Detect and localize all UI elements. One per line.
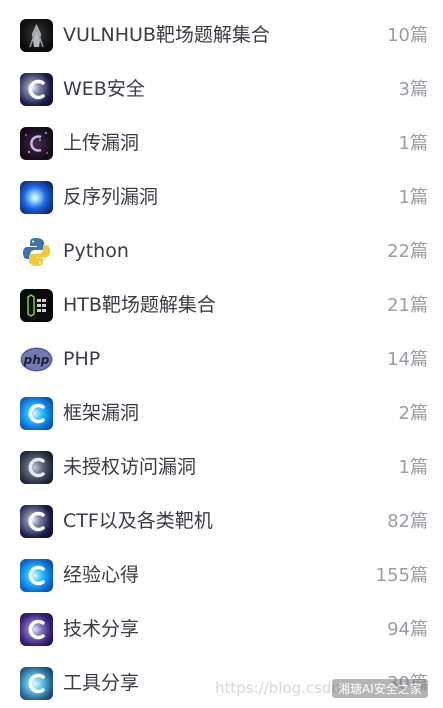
svg-text:php: php (23, 353, 50, 367)
category-label: 经验心得 (63, 564, 140, 586)
category-row-vulnhub[interactable]: VULNHUB靶场题解集合 10篇 (0, 19, 443, 73)
c-logo-icon (20, 667, 53, 700)
category-row-framework-vuln[interactable]: 框架漏洞 2篇 (0, 397, 443, 451)
noise-art-icon (20, 127, 53, 160)
c-logo-icon (20, 451, 53, 484)
category-label: 反序列漏洞 (63, 186, 159, 208)
category-row-ctf[interactable]: CTF以及各类靶机 82篇 (0, 505, 443, 559)
category-count: 155篇 (375, 565, 428, 586)
category-count: 3篇 (398, 79, 428, 100)
category-row-php[interactable]: php PHP 14篇 (0, 343, 443, 397)
python-logo-icon (20, 235, 53, 268)
c-logo-icon (20, 73, 53, 106)
category-count: 1篇 (398, 457, 428, 478)
watermark-url: https://blog.csdn. (215, 679, 346, 697)
category-row-tech-sharing[interactable]: 技术分享 94篇 (0, 613, 443, 667)
blue-glow-icon (20, 181, 53, 214)
c-logo-icon (20, 505, 53, 538)
category-label: WEB安全 (63, 78, 145, 100)
category-list: VULNHUB靶场题解集合 10篇 WEB安全 3篇 上传漏洞 1篇 反序列漏洞… (0, 0, 443, 708)
category-count: 1篇 (398, 133, 428, 154)
dark-figure-icon (20, 19, 53, 52)
category-row-python[interactable]: Python 22篇 (0, 235, 443, 289)
category-label: PHP (63, 348, 101, 370)
php-logo-icon: php (20, 343, 53, 376)
category-label: HTB靶场题解集合 (63, 294, 216, 316)
category-label: 技术分享 (63, 618, 140, 640)
category-count: 14篇 (387, 349, 428, 370)
category-row-unauthorized-access[interactable]: 未授权访问漏洞 1篇 (0, 451, 443, 505)
category-label: Python (63, 240, 129, 262)
category-label: 工具分享 (63, 672, 140, 694)
category-row-htb[interactable]: HTB靶场题解集合 21篇 (0, 289, 443, 343)
category-row-web-security[interactable]: WEB安全 3篇 (0, 73, 443, 127)
category-count: 2篇 (398, 403, 428, 424)
category-count: 1篇 (398, 187, 428, 208)
c-logo-icon (20, 613, 53, 646)
category-count: 82篇 (387, 511, 428, 532)
watermark-badge: 湘瑭AI安全之家 (332, 679, 428, 698)
category-label: VULNHUB靶场题解集合 (63, 24, 270, 46)
category-row-upload-vuln[interactable]: 上传漏洞 1篇 (0, 127, 443, 181)
category-label: 未授权访问漏洞 (63, 456, 197, 478)
category-row-experience[interactable]: 经验心得 155篇 (0, 559, 443, 613)
htb-logo-icon (20, 289, 53, 322)
c-logo-icon (20, 397, 53, 430)
category-label: 框架漏洞 (63, 402, 140, 424)
category-label: CTF以及各类靶机 (63, 510, 213, 532)
category-label: 上传漏洞 (63, 132, 140, 154)
category-count: 21篇 (387, 295, 428, 316)
c-logo-icon (20, 559, 53, 592)
category-row-deserialization[interactable]: 反序列漏洞 1篇 (0, 181, 443, 235)
category-count: 94篇 (387, 619, 428, 640)
category-count: 22篇 (387, 241, 428, 262)
category-count: 10篇 (387, 25, 428, 46)
